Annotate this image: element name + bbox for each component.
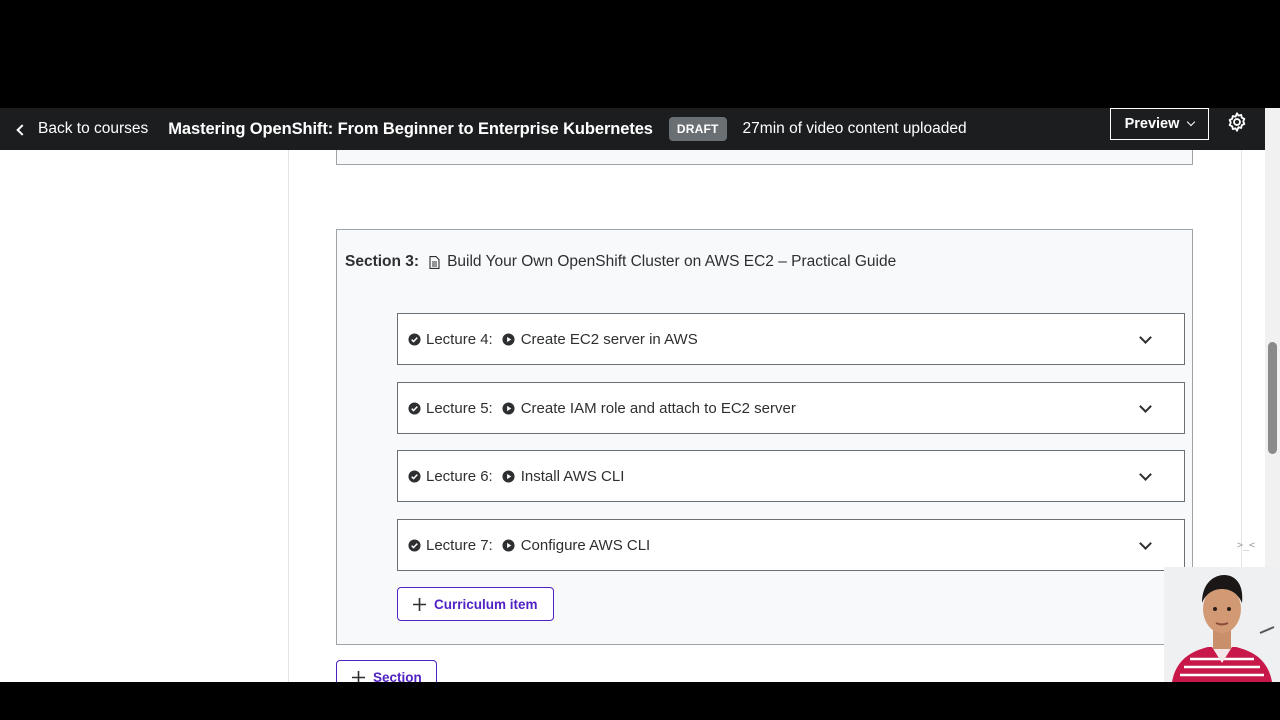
- lecture-title: Configure AWS CLI: [520, 536, 651, 554]
- add-section-button[interactable]: Section: [336, 660, 437, 682]
- lecture-title: Install AWS CLI: [520, 467, 625, 485]
- lecture-title: Create IAM role and attach to EC2 server: [520, 399, 796, 417]
- curriculum-page: Section 3: Build Your Own OpenShift Clus…: [0, 150, 1280, 682]
- section-title: Build Your Own OpenShift Cluster on AWS …: [447, 253, 897, 270]
- check-circle-icon: [408, 332, 421, 346]
- lecture-label: Lecture 6:: [426, 467, 493, 485]
- lecture-label: Lecture 4:: [426, 330, 493, 348]
- lecture-item[interactable]: Lecture 6: Install AWS CLI: [397, 450, 1185, 502]
- chevron-down-icon[interactable]: [1139, 331, 1152, 344]
- gear-icon[interactable]: [1226, 111, 1248, 133]
- check-circle-icon: [408, 401, 421, 415]
- status-badge: DRAFT: [668, 117, 727, 141]
- course-header: Back to courses Mastering OpenShift: Fro…: [0, 108, 1265, 150]
- section-3-card: Section 3: Build Your Own OpenShift Clus…: [336, 229, 1193, 645]
- plus-icon: [352, 670, 365, 682]
- presenter-image: [1164, 567, 1280, 682]
- chevron-left-icon: [16, 123, 28, 136]
- lecture-label: Lecture 7:: [426, 536, 493, 554]
- check-circle-icon: [408, 469, 421, 483]
- chevron-down-icon[interactable]: [1139, 400, 1152, 413]
- play-circle-icon: [502, 469, 515, 483]
- letterbox-top: [0, 0, 1280, 108]
- lecture-item[interactable]: Lecture 7: Configure AWS CLI: [397, 519, 1185, 571]
- section-number: Section 3:: [345, 253, 420, 270]
- add-curriculum-item-button[interactable]: Curriculum item: [397, 587, 554, 621]
- lecture-label: Lecture 5:: [426, 399, 493, 417]
- collapse-icon[interactable]: >_<: [1235, 537, 1257, 555]
- add-section-label: Section: [373, 669, 422, 683]
- lecture-item[interactable]: Lecture 5: Create IAM role and attach to…: [397, 382, 1185, 434]
- add-item-label: Curriculum item: [434, 596, 538, 612]
- check-circle-icon: [408, 538, 421, 552]
- preview-button[interactable]: Preview: [1110, 108, 1209, 140]
- letterbox-bottom: [0, 682, 1280, 720]
- back-to-courses-link[interactable]: Back to courses: [16, 120, 149, 138]
- back-label: Back to courses: [38, 120, 149, 137]
- document-icon: [429, 255, 440, 269]
- chevron-down-icon[interactable]: [1139, 468, 1152, 481]
- scrollbar-thumb[interactable]: [1268, 342, 1277, 454]
- play-circle-icon: [502, 401, 515, 415]
- webcam-overlay: [1164, 567, 1280, 682]
- lecture-title: Create EC2 server in AWS: [520, 330, 698, 348]
- lecture-item[interactable]: Lecture 4: Create EC2 server in AWS: [397, 313, 1185, 365]
- upload-status: 27min of video content uploaded: [742, 120, 967, 137]
- play-circle-icon: [502, 538, 515, 552]
- chevron-down-icon: [1187, 117, 1196, 127]
- preview-label: Preview: [1124, 116, 1180, 132]
- chevron-down-icon[interactable]: [1139, 537, 1152, 550]
- plus-icon: [413, 597, 426, 611]
- previous-section-edge: [336, 150, 1193, 165]
- section-header[interactable]: Section 3: Build Your Own OpenShift Clus…: [345, 253, 896, 271]
- course-title: Mastering OpenShift: From Beginner to En…: [168, 119, 653, 138]
- play-circle-icon: [502, 332, 515, 346]
